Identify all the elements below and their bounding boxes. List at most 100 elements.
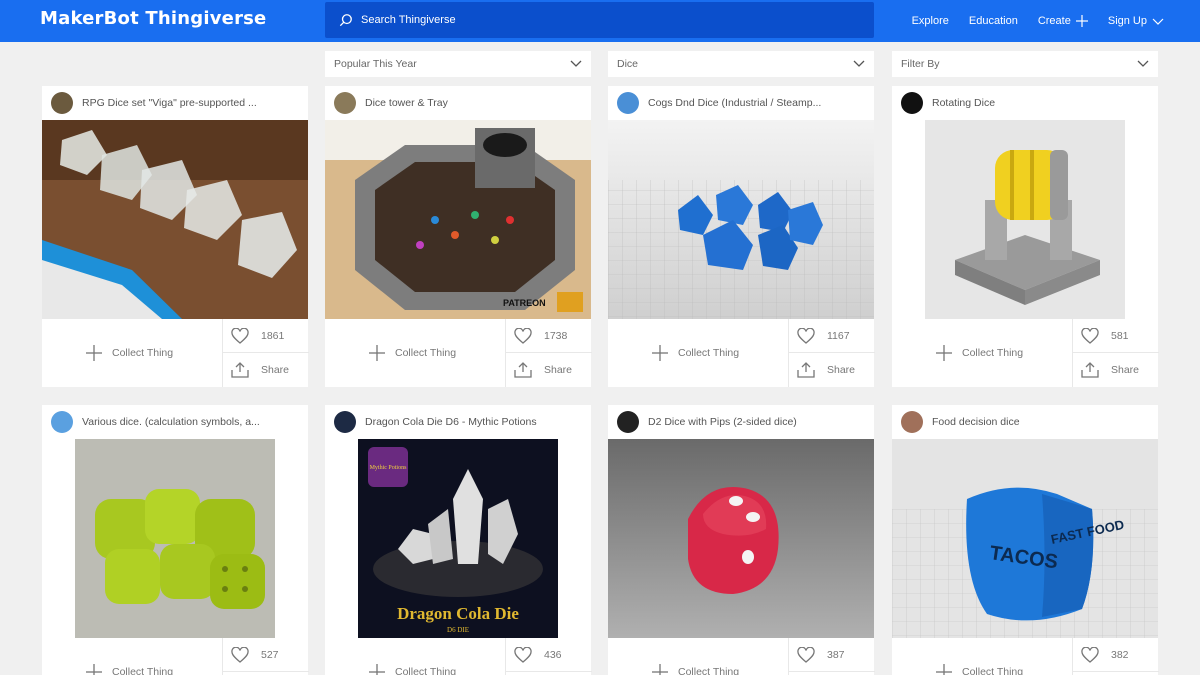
share-icon [1081,362,1099,378]
thing-thumbnail[interactable] [892,120,1158,319]
collect-thing-button[interactable]: Collect Thing [42,638,222,675]
card-actions: 387 [788,638,875,675]
share-button[interactable]: Share [506,353,592,387]
category-dropdown[interactable]: Dice [608,51,874,77]
card-header: Food decision dice [892,405,1158,439]
thing-card[interactable]: Dice tower & Tray PATREON Collect Thing … [325,86,592,387]
plus-icon [86,664,102,675]
card-actions: 1738 Share [505,319,592,387]
thing-title[interactable]: Cogs Dnd Dice (Industrial / Steamp... [648,97,868,109]
thing-title[interactable]: Dragon Cola Die D6 - Mythic Potions [365,416,585,428]
search-icon [339,14,352,27]
thing-title[interactable]: Dice tower & Tray [365,97,585,109]
card-actions: 1861 Share [222,319,309,387]
avatar[interactable] [51,411,73,433]
nav-sign-up[interactable]: Sign Up [1108,15,1164,27]
thing-card[interactable]: Rotating Dice Collect Thing 581 Share [892,86,1159,387]
thing-thumbnail[interactable] [608,120,874,319]
makerbot-thingiverse-logo[interactable]: MakerBot Thingiverse [40,8,266,29]
heart-icon [1081,327,1099,344]
card-actions: 382 [1072,638,1159,675]
dice-set-image [42,120,308,319]
like-count: 1167 [827,329,850,342]
like-button[interactable]: 1861 [223,319,309,353]
like-count: 1738 [544,329,568,342]
thing-title[interactable]: Various dice. (calculation symbols, a... [82,416,302,428]
sort-dropdown[interactable]: Popular This Year [325,51,591,77]
like-button[interactable]: 581 [1073,319,1159,353]
d2-dice-image [608,439,874,638]
avatar[interactable] [617,92,639,114]
thing-card[interactable]: RPG Dice set "Viga" pre-supported ... Co… [42,86,309,387]
thing-card[interactable]: Cogs Dnd Dice (Industrial / Steamp... Co… [608,86,875,387]
like-button[interactable]: 382 [1073,638,1159,672]
plus-icon [652,345,668,361]
thing-thumbnail[interactable]: Mythic Potions Dragon Cola Die D6 DIE [325,439,591,638]
heart-icon [514,646,532,663]
nav-education[interactable]: Education [969,15,1018,27]
collect-thing-button[interactable]: Collect Thing [608,638,788,675]
search-input[interactable] [361,14,841,26]
thing-thumbnail[interactable]: PATREON [325,120,591,319]
card-footer: Collect Thing 1861 Share [42,319,309,387]
heart-icon [514,327,532,344]
thing-card[interactable]: Various dice. (calculation symbols, a...… [42,405,309,675]
collect-thing-button[interactable]: Collect Thing [892,319,1072,387]
thing-card[interactable]: D2 Dice with Pips (2-sided dice) Collect… [608,405,875,675]
collect-thing-button[interactable]: Collect Thing [608,319,788,387]
top-header: MakerBot Thingiverse Explore Education C… [0,0,1200,42]
thing-thumbnail[interactable] [608,439,874,638]
thing-title[interactable]: D2 Dice with Pips (2-sided dice) [648,416,868,428]
thing-thumbnail[interactable] [42,120,308,319]
thing-title[interactable]: Food decision dice [932,416,1152,428]
like-button[interactable]: 527 [223,638,309,672]
patreon-label: PATREON [503,298,546,308]
thing-title[interactable]: Rotating Dice [932,97,1152,109]
nav-explore[interactable]: Explore [912,15,949,27]
rotating-dice-image [925,120,1125,319]
card-actions: 436 [505,638,592,675]
card-actions: 581 Share [1072,319,1159,387]
filter-by-dropdown[interactable]: Filter By [892,51,1158,77]
various-dice-image [75,439,275,638]
thing-card[interactable]: Food decision dice TACOS FAST FOOD Colle… [892,405,1159,675]
logo-makerbot: MakerBot [40,8,139,29]
thing-title[interactable]: RPG Dice set "Viga" pre-supported ... [82,97,302,109]
plus-icon [369,345,385,361]
share-icon [514,362,532,378]
collect-thing-button[interactable]: Collect Thing [325,638,505,675]
like-button[interactable]: 1167 [789,319,875,353]
collect-thing-button[interactable]: Collect Thing [892,638,1072,675]
share-button[interactable]: Share [789,353,875,387]
avatar[interactable] [334,411,356,433]
avatar[interactable] [617,411,639,433]
like-button[interactable]: 387 [789,638,875,672]
like-count: 581 [1111,329,1129,342]
plus-icon [936,345,952,361]
thing-card[interactable]: Dragon Cola Die D6 - Mythic Potions Myth… [325,405,592,675]
avatar[interactable] [901,411,923,433]
collect-thing-button[interactable]: Collect Thing [42,319,222,387]
dice-tower-image: PATREON [325,120,591,319]
like-button[interactable]: 1738 [506,319,592,353]
thing-thumbnail[interactable]: TACOS FAST FOOD [892,439,1158,638]
card-header: Dragon Cola Die D6 - Mythic Potions [325,405,591,439]
avatar[interactable] [51,92,73,114]
nav-create[interactable]: Create [1038,15,1088,27]
like-button[interactable]: 436 [506,638,592,672]
share-button[interactable]: Share [223,353,309,387]
card-header: Cogs Dnd Dice (Industrial / Steamp... [608,86,874,120]
avatar[interactable] [901,92,923,114]
plus-icon [86,345,102,361]
logo-thingiverse: Thingiverse [145,8,267,29]
thing-thumbnail[interactable] [42,439,308,638]
avatar[interactable] [334,92,356,114]
card-actions: 527 [222,638,309,675]
search-bar[interactable] [325,2,874,38]
share-icon [231,362,249,378]
like-count: 436 [544,648,562,661]
share-button[interactable]: Share [1073,353,1159,387]
card-header: Rotating Dice [892,86,1158,120]
collect-thing-button[interactable]: Collect Thing [325,319,505,387]
share-icon [797,362,815,378]
